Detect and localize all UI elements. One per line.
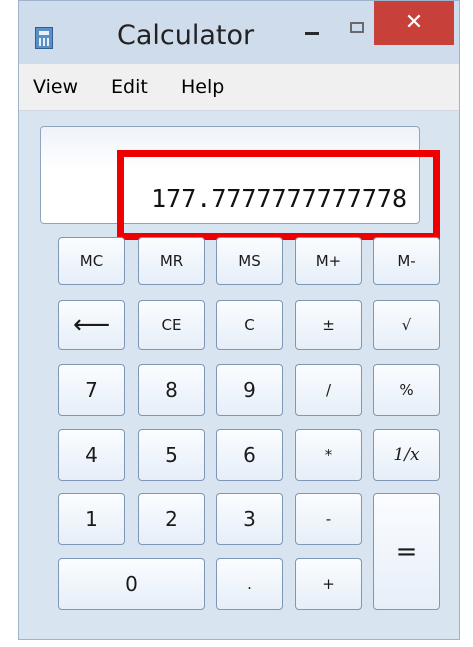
close-button[interactable]: ✕ [374,1,454,45]
digit-9-button[interactable]: 9 [216,364,283,416]
mr-button[interactable]: MR [138,237,205,285]
title-bar[interactable]: Calculator ✕ [19,1,459,61]
reciprocal-button[interactable]: 1/x [373,429,440,481]
equals-button[interactable]: = [373,493,440,610]
subtract-button[interactable]: - [295,493,362,545]
mc-button[interactable]: MC [58,237,125,285]
digit-1-button[interactable]: 1 [58,493,125,545]
digit-4-button[interactable]: 4 [58,429,125,481]
sqrt-button[interactable]: √ [373,300,440,350]
menu-edit[interactable]: Edit [111,76,148,98]
digit-0-button[interactable]: 0 [58,558,205,610]
digit-2-button[interactable]: 2 [138,493,205,545]
decimal-button[interactable]: . [216,558,283,610]
minimize-icon [305,32,319,35]
digit-5-button[interactable]: 5 [138,429,205,481]
digit-7-button[interactable]: 7 [58,364,125,416]
menu-view[interactable]: View [33,76,78,98]
window-title: Calculator [117,20,255,51]
digit-3-button[interactable]: 3 [216,493,283,545]
c-button[interactable]: C [216,300,283,350]
m-minus-button[interactable]: M- [373,237,440,285]
close-icon: ✕ [404,10,424,35]
calculator-icon [35,27,53,49]
display-highlight-box [117,150,440,240]
percent-button[interactable]: % [373,364,440,416]
backspace-icon: ⟵ [72,310,111,340]
ce-button[interactable]: CE [138,300,205,350]
ms-button[interactable]: MS [216,237,283,285]
minimize-button[interactable] [289,15,335,45]
backspace-button[interactable]: ⟵ [58,300,125,350]
digit-6-button[interactable]: 6 [216,429,283,481]
divide-button[interactable]: / [295,364,362,416]
multiply-button[interactable]: * [295,429,362,481]
add-button[interactable]: + [295,558,362,610]
digit-8-button[interactable]: 8 [138,364,205,416]
plus-minus-button[interactable]: ± [295,300,362,350]
menu-help[interactable]: Help [181,76,224,98]
maximize-icon [350,22,364,33]
maximize-button[interactable] [335,15,379,45]
menu-bar: View Edit Help [19,63,459,111]
m-plus-button[interactable]: M+ [295,237,362,285]
